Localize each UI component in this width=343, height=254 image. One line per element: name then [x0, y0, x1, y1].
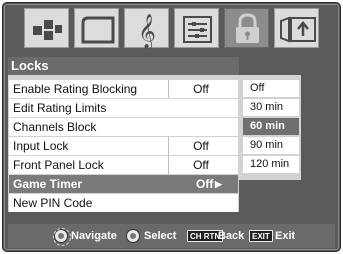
menu-item-value: Off: [193, 158, 209, 172]
menu-item-game-timer[interactable]: Game Timer Off ▶: [9, 175, 238, 193]
tab-locks[interactable]: [224, 8, 269, 48]
menu-item-value: Off: [196, 177, 214, 191]
menu-item-label: Front Panel Lock: [13, 158, 104, 172]
back-label: Back: [218, 230, 245, 242]
select-label: Select: [144, 230, 177, 242]
submenu-option-60-min[interactable]: 60 min: [243, 118, 299, 135]
audio-icon: 𝄞: [138, 14, 156, 49]
menu-item-label: New PIN Code: [13, 196, 93, 210]
submenu-option-off[interactable]: Off: [243, 80, 299, 97]
exit-label: Exit: [275, 230, 296, 242]
help-bar: Navigate Select CH RTN Back EXIT Exit: [8, 224, 335, 248]
divider: [168, 137, 169, 155]
lock-icon: [236, 13, 259, 43]
submenu-option-30-min[interactable]: 30 min: [243, 99, 299, 116]
svg-text:𝄞: 𝄞: [138, 14, 156, 49]
setup-icon: [183, 16, 212, 43]
menu-item-label: Game Timer: [13, 177, 83, 191]
menu-item-channels-block[interactable]: Channels Block: [9, 118, 238, 136]
panel-title: Locks: [8, 57, 239, 75]
menu-item-value: Off: [193, 139, 209, 153]
submenu-option-90-min[interactable]: 90 min: [243, 137, 299, 154]
menu-item-enable-rating-blocking[interactable]: Enable Rating Blocking Off: [9, 80, 238, 98]
arrow-right-icon: ▶: [215, 179, 222, 189]
tab-screen[interactable]: [74, 8, 119, 48]
picture-icon: [33, 20, 62, 40]
menu-item-label: Enable Rating Blocking: [13, 82, 138, 96]
menu-item-label: Input Lock: [13, 139, 69, 153]
tab-picture[interactable]: [24, 8, 69, 48]
submenu-option-120-min[interactable]: 120 min: [243, 156, 299, 173]
menu-item-label: Channels Block: [13, 120, 97, 134]
menu-item-input-lock[interactable]: Input Lock Off: [9, 137, 238, 155]
exit-key-icon: EXIT: [249, 230, 273, 242]
tab-audio[interactable]: 𝄞: [124, 8, 169, 49]
divider: [168, 156, 169, 174]
tab-applications[interactable]: [274, 8, 319, 48]
divider: [168, 80, 169, 98]
menu-item-front-panel-lock[interactable]: Front Panel Lock Off: [9, 156, 238, 174]
menu-item-label: Edit Rating Limits: [13, 101, 107, 115]
navigate-label: Navigate: [71, 230, 117, 242]
menu-item-new-pin-code[interactable]: New PIN Code: [9, 194, 238, 212]
screen-icon: [81, 16, 115, 44]
menu-item-value: Off: [193, 82, 209, 96]
menu-item-edit-rating-limits[interactable]: Edit Rating Limits: [9, 99, 238, 117]
select-button-icon: [126, 229, 140, 243]
navigate-pad-icon: [53, 228, 71, 246]
applications-icon: [280, 16, 316, 43]
tab-setup[interactable]: [174, 8, 219, 48]
